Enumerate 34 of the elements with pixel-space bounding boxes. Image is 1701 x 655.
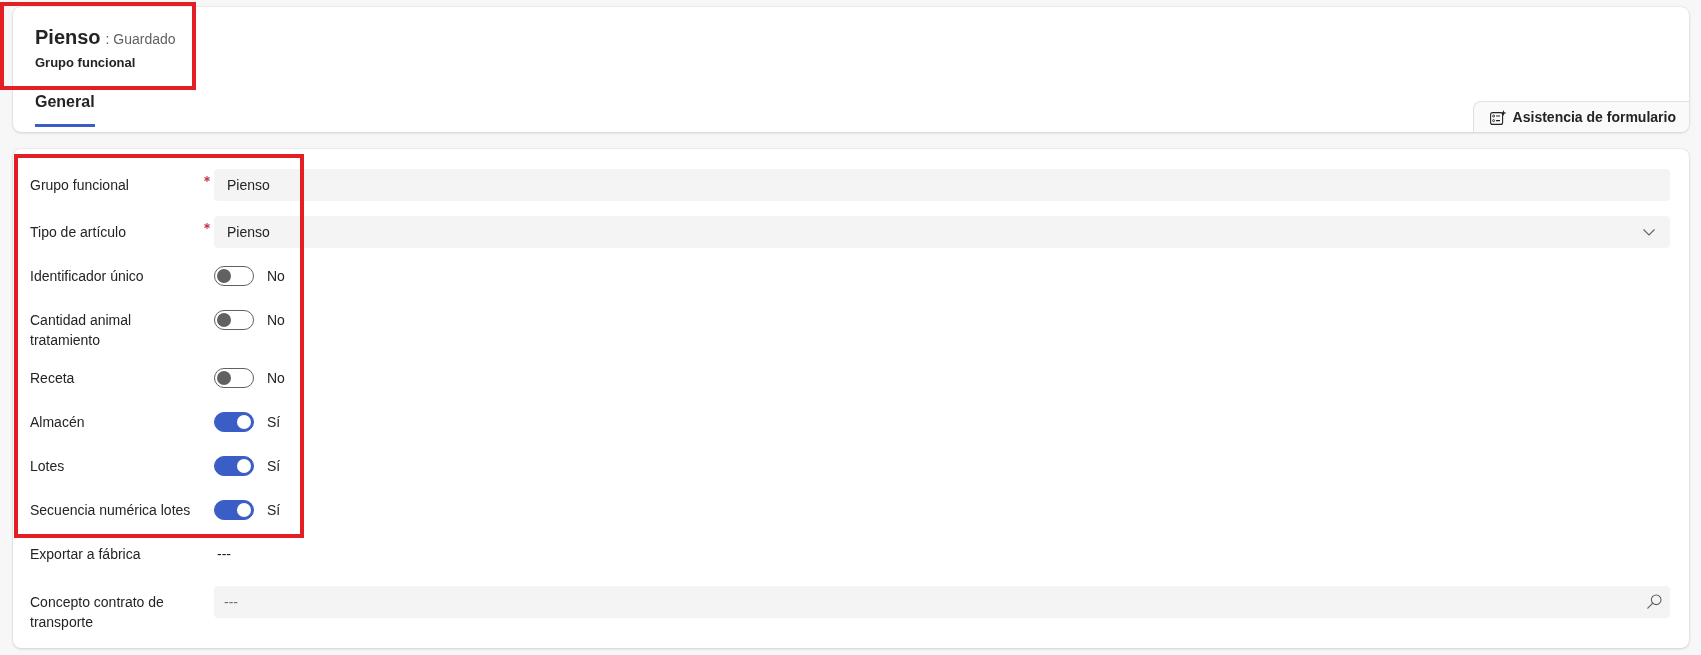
toggle-switch[interactable] <box>214 266 254 286</box>
lookup-input[interactable]: --- <box>214 586 1670 618</box>
search-icon[interactable] <box>1647 594 1662 609</box>
toggle-value-text: No <box>267 368 285 388</box>
toggle-switch[interactable] <box>214 368 254 388</box>
field-label: Cantidad animal tratamiento <box>30 311 133 350</box>
toggle-switch[interactable] <box>214 500 254 520</box>
toggle-value-text: Sí <box>267 500 281 520</box>
toggle-value-text: Sí <box>267 456 281 476</box>
field-label: Identificador único <box>30 267 145 286</box>
form-sparkle-icon <box>1489 109 1507 125</box>
field-label: Almacén <box>30 413 86 432</box>
field-label: Lotes <box>30 457 66 476</box>
toggle-value-text: No <box>267 310 285 330</box>
toggle-value-text: No <box>267 266 285 286</box>
field-label: Grupo funcional <box>30 176 130 195</box>
text-input[interactable]: Pienso <box>214 169 1670 201</box>
entity-name: Grupo funcional <box>35 54 136 72</box>
field-value: --- <box>216 544 231 564</box>
record-title: Pienso <box>35 25 101 50</box>
save-status: : Guardado <box>105 30 176 49</box>
select-dropdown[interactable]: Pienso <box>214 216 1670 248</box>
form-assist-button[interactable]: Asistencia de formulario <box>1472 101 1689 132</box>
toggle-value-text: Sí <box>267 412 281 432</box>
toggle-switch[interactable] <box>214 412 254 432</box>
field-label: Receta <box>30 369 76 388</box>
field-label: Secuencia numérica lotes <box>30 501 192 520</box>
field-label: Exportar a fábrica <box>30 545 142 564</box>
field-label: Tipo de artículo <box>30 223 127 242</box>
tab[interactable]: General <box>35 91 95 127</box>
toggle-switch[interactable] <box>214 310 254 330</box>
toggle-switch[interactable] <box>214 456 254 476</box>
chevron-down-icon <box>1643 228 1655 236</box>
field-label: Concepto contrato de transporte <box>30 593 165 632</box>
